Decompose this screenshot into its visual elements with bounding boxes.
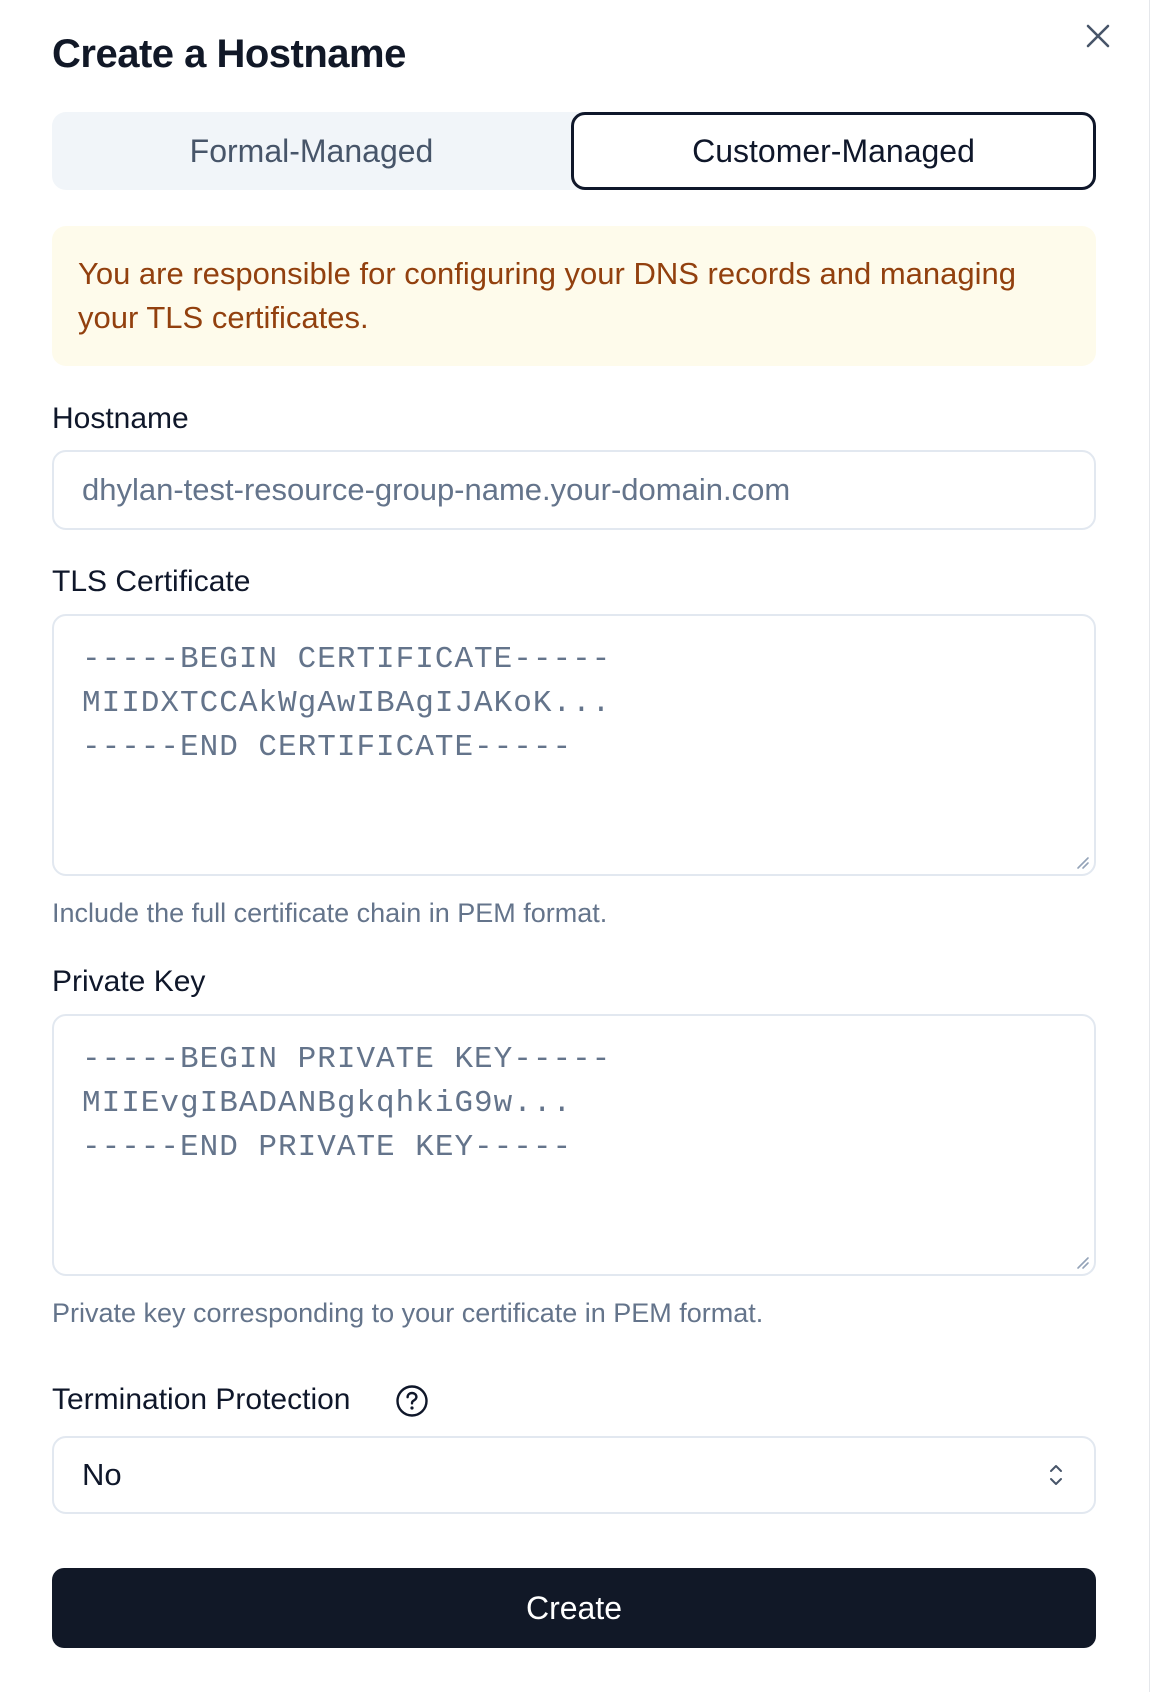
close-icon bbox=[1086, 24, 1110, 48]
tls-certificate-label: TLS Certificate bbox=[52, 565, 251, 598]
question-circle-icon[interactable] bbox=[395, 1384, 429, 1418]
tab-formal-managed[interactable]: Formal-Managed bbox=[52, 112, 571, 190]
dialog-title: Create a Hostname bbox=[52, 32, 406, 76]
chevron-up-down-icon bbox=[1050, 1465, 1062, 1485]
termination-protection-select[interactable]: No bbox=[52, 1436, 1096, 1514]
private-key-placeholder: -----BEGIN PRIVATE KEY----- MIIEvgIBADANB… bbox=[82, 1042, 612, 1165]
management-type-tabs: Formal-Managed Customer-Managed bbox=[52, 112, 1096, 190]
resize-handle-icon[interactable] bbox=[1072, 852, 1090, 870]
tab-customer-managed[interactable]: Customer-Managed bbox=[571, 112, 1096, 190]
private-key-label: Private Key bbox=[52, 965, 206, 998]
resize-handle-icon[interactable] bbox=[1072, 1252, 1090, 1270]
tls-certificate-placeholder: -----BEGIN CERTIFICATE----- MIIDXTCCAkWgA… bbox=[82, 642, 612, 765]
hostname-label: Hostname bbox=[52, 402, 189, 435]
private-key-help: Private key corresponding to your certif… bbox=[52, 1298, 764, 1328]
close-button[interactable] bbox=[1080, 18, 1116, 54]
tls-certificate-help: Include the full certificate chain in PE… bbox=[52, 898, 608, 928]
select-value: No bbox=[82, 1457, 122, 1492]
hostname-placeholder: dhylan-test-resource-group-name.your-dom… bbox=[82, 472, 791, 507]
warning-alert: You are responsible for configuring your… bbox=[52, 226, 1096, 366]
termination-protection-label: Termination Protection bbox=[52, 1383, 351, 1416]
create-button[interactable]: Create bbox=[52, 1568, 1096, 1648]
hostname-input[interactable]: dhylan-test-resource-group-name.your-dom… bbox=[52, 450, 1096, 530]
create-hostname-dialog: Create a Hostname Formal-Managed Custome… bbox=[0, 0, 1150, 1692]
tls-certificate-textarea[interactable]: -----BEGIN CERTIFICATE----- MIIDXTCCAkWgA… bbox=[52, 614, 1096, 876]
private-key-textarea[interactable]: -----BEGIN PRIVATE KEY----- MIIEvgIBADANB… bbox=[52, 1014, 1096, 1276]
